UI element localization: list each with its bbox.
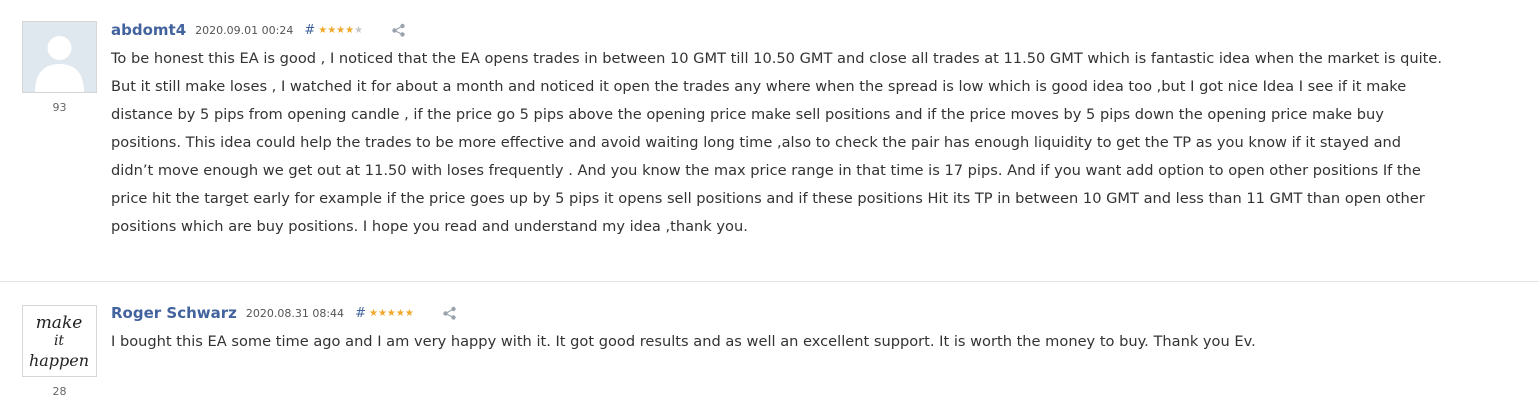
avatar[interactable]: make it happen (22, 305, 97, 377)
svg-text:it: it (54, 333, 64, 349)
review-text-line: distance by 5 pips from opening candle ,… (111, 106, 1384, 123)
star-icon: ★ (327, 24, 337, 36)
star-icon: ★ (404, 307, 414, 319)
review-item: 93 abdomt4 2020.09.01 00:24 # ★★★★★ To b… (0, 0, 1539, 282)
star-icon: ★ (386, 307, 396, 319)
rating-stars: ★★★★★ (369, 308, 414, 319)
star-icon: ★ (336, 24, 346, 36)
star-icon: ★ (395, 307, 405, 319)
permalink[interactable]: # (304, 23, 315, 38)
star-icon: ★ (377, 307, 387, 319)
review-text-line: To be honest this EA is good , I noticed… (111, 50, 1443, 67)
review-meta: abdomt4 2020.09.01 00:24 # ★★★★★ (111, 20, 406, 40)
review-text: To be honest this EA is good , I noticed… (111, 45, 1536, 241)
author-link[interactable]: Roger Schwarz (111, 304, 237, 322)
star-icon: ★ (345, 24, 355, 36)
review-text-line: positions. This idea could help the trad… (111, 134, 1402, 151)
review-date: 2020.08.31 08:44 (245, 306, 345, 320)
permalink[interactable]: # (355, 306, 366, 321)
share-icon[interactable] (442, 306, 457, 320)
review-text-line: didn’t move enough we get out at 11.50 w… (111, 162, 1421, 179)
svg-text:happen: happen (29, 351, 89, 370)
make-it-happen-avatar-image: make it happen (23, 306, 96, 376)
review-meta: Roger Schwarz 2020.08.31 08:44 # ★★★★★ (111, 303, 457, 323)
star-icon: ★ (318, 24, 328, 36)
star-icon: ★ (354, 24, 364, 36)
review-text-line: positions which are buy positions. I hop… (111, 218, 748, 235)
star-icon: ★ (368, 307, 378, 319)
avatar[interactable] (22, 21, 97, 93)
share-icon[interactable] (391, 23, 406, 37)
review-date: 2020.09.01 00:24 (195, 23, 294, 37)
review-text-line: But it still make loses , I watched it f… (111, 78, 1407, 95)
user-rating-count: 28 (52, 385, 67, 398)
rating-stars: ★★★★★ (318, 25, 363, 36)
svg-text:make: make (36, 313, 83, 333)
author-link[interactable]: abdomt4 (111, 21, 186, 39)
review-text-line: price hit the target early for example i… (111, 190, 1425, 207)
default-avatar-icon (23, 22, 96, 92)
review-text: I bought this EA some time ago and I am … (111, 328, 1536, 356)
review-text-line: I bought this EA some time ago and I am … (111, 333, 1256, 350)
user-rating-count: 93 (52, 101, 67, 114)
